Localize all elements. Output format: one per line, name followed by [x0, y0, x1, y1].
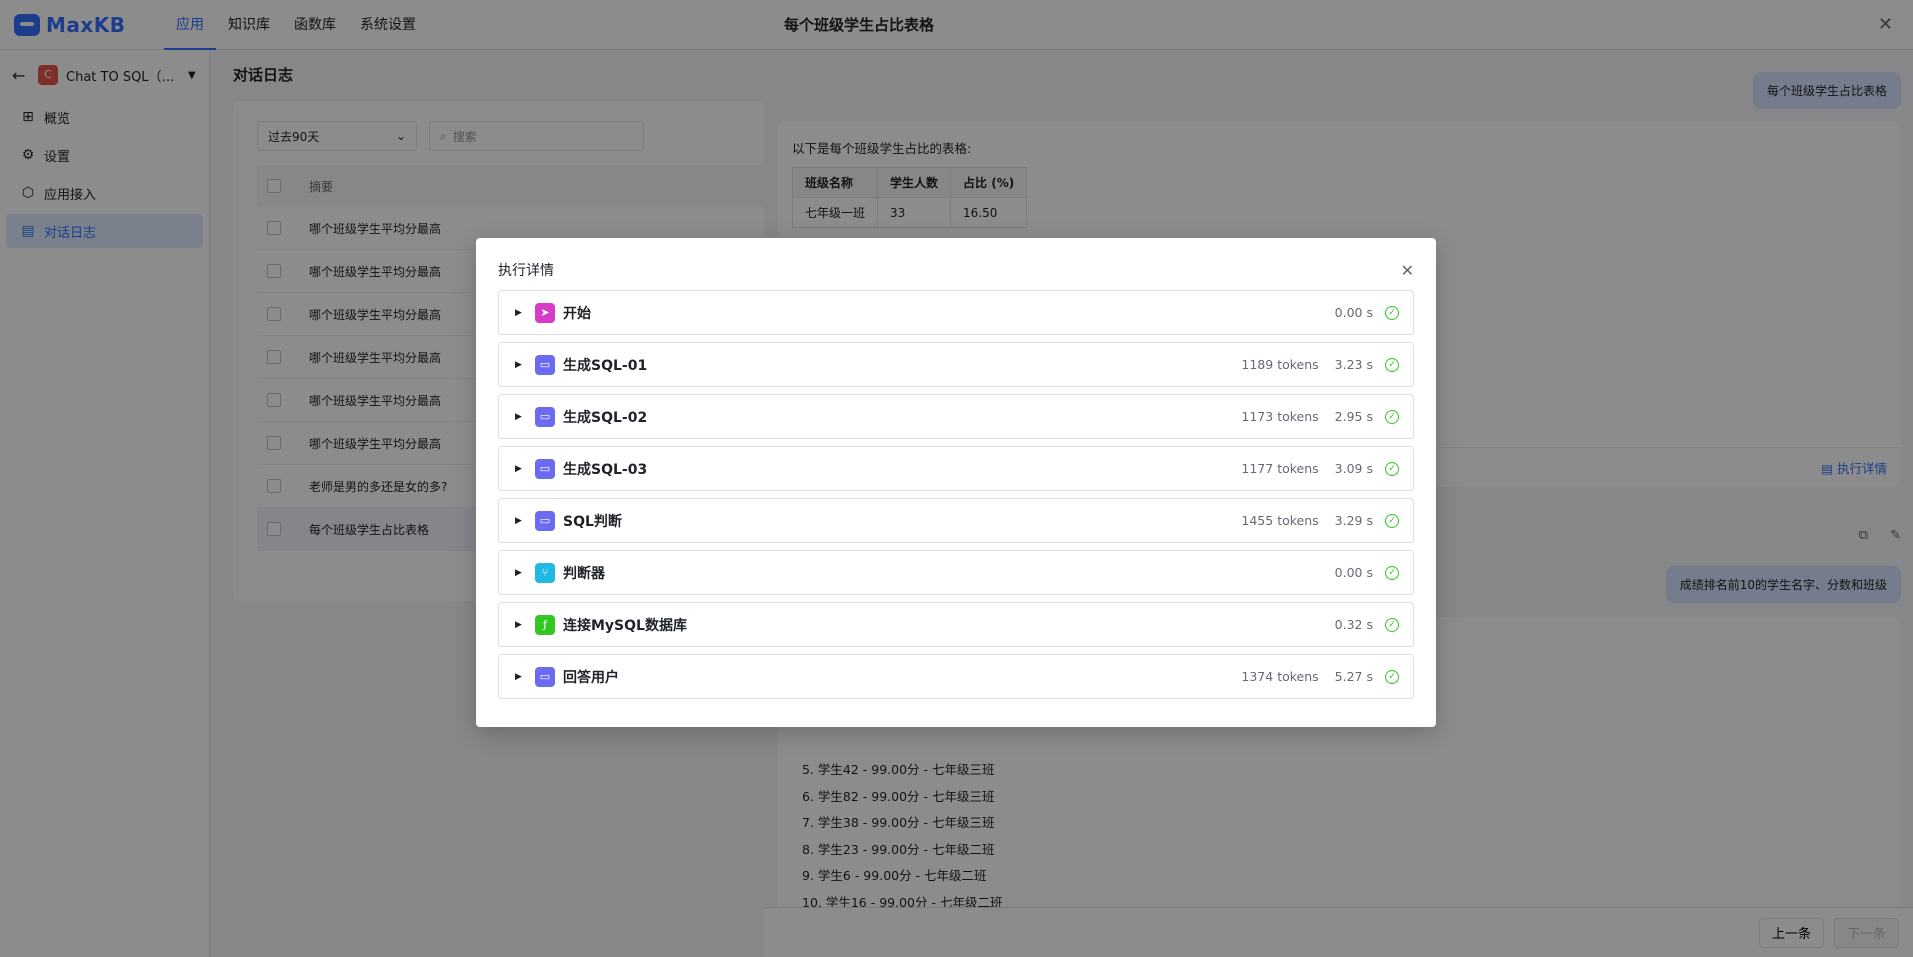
success-check-icon: ✓ [1385, 461, 1399, 476]
close-icon[interactable]: ✕ [1401, 261, 1414, 280]
step-time: 0.32 s [1334, 617, 1373, 632]
execution-step[interactable]: ▶ ⑂ 判断器 0.00 s ✓ [498, 550, 1414, 595]
modal-title: 执行详情 [498, 263, 554, 279]
step-tokens: 1374 tokens [1241, 669, 1319, 684]
branch-icon: ⑂ [535, 562, 555, 583]
execution-step[interactable]: ▶ ƒ 连接MySQL数据库 0.32 s ✓ [498, 602, 1414, 647]
step-tokens: 1189 tokens [1241, 357, 1319, 372]
step-name: 生成SQL-02 [563, 409, 648, 426]
success-check-icon: ✓ [1385, 565, 1399, 580]
success-check-icon: ✓ [1385, 357, 1399, 372]
step-name: 生成SQL-03 [563, 461, 648, 478]
chat-icon: ▭ [535, 510, 555, 531]
execution-step[interactable]: ▶ ▭ 生成SQL-01 1189 tokens 3.23 s ✓ [498, 342, 1414, 387]
success-check-icon: ✓ [1385, 305, 1399, 320]
step-name: 回答用户 [563, 669, 619, 686]
step-time: 3.09 s [1334, 461, 1373, 476]
execution-step[interactable]: ▶ ▭ 生成SQL-02 1173 tokens 2.95 s ✓ [498, 394, 1414, 439]
caret-right-icon[interactable]: ▶ [515, 620, 525, 630]
step-time: 3.29 s [1334, 513, 1373, 528]
caret-right-icon[interactable]: ▶ [515, 568, 525, 578]
success-check-icon: ✓ [1385, 409, 1399, 424]
chat-icon: ▭ [535, 666, 555, 687]
step-name: 连接MySQL数据库 [563, 617, 687, 634]
chat-icon: ▭ [535, 458, 555, 479]
success-check-icon: ✓ [1385, 617, 1399, 632]
step-time: 3.23 s [1334, 357, 1373, 372]
step-time: 0.00 s [1334, 305, 1373, 320]
step-list: ▶ ➤ 开始 0.00 s ✓ ▶ ▭ 生成SQL-01 1189 tokens 3.23 s ✓ ▶… [498, 290, 1414, 699]
step-name: 开始 [563, 305, 591, 322]
caret-right-icon[interactable]: ▶ [515, 360, 525, 370]
success-check-icon: ✓ [1385, 513, 1399, 528]
step-name: SQL判断 [563, 513, 622, 530]
caret-right-icon[interactable]: ▶ [515, 516, 525, 526]
pointer-icon: ➤ [535, 302, 555, 323]
caret-right-icon[interactable]: ▶ [515, 464, 525, 474]
chat-icon: ▭ [535, 354, 555, 375]
chat-icon: ▭ [535, 406, 555, 427]
step-time: 5.27 s [1334, 669, 1373, 684]
caret-right-icon[interactable]: ▶ [515, 308, 525, 318]
step-time: 2.95 s [1334, 409, 1373, 424]
step-tokens: 1173 tokens [1241, 409, 1319, 424]
execution-step[interactable]: ▶ ➤ 开始 0.00 s ✓ [498, 290, 1414, 335]
execution-step[interactable]: ▶ ▭ 回答用户 1374 tokens 5.27 s ✓ [498, 654, 1414, 699]
step-tokens: 1177 tokens [1241, 461, 1319, 476]
step-name: 判断器 [563, 565, 605, 582]
execution-step[interactable]: ▶ ▭ SQL判断 1455 tokens 3.29 s ✓ [498, 498, 1414, 543]
step-time: 0.00 s [1334, 565, 1373, 580]
step-tokens: 1455 tokens [1241, 513, 1319, 528]
execution-detail-modal: 执行详情 ✕ ▶ ➤ 开始 0.00 s ✓ ▶ ▭ 生成SQL-01 1189 tokens 3… [476, 238, 1436, 727]
modal-header: 执行详情 ✕ [498, 256, 1414, 284]
step-name: 生成SQL-01 [563, 357, 648, 374]
function-icon: ƒ [535, 614, 555, 635]
caret-right-icon[interactable]: ▶ [515, 672, 525, 682]
execution-step[interactable]: ▶ ▭ 生成SQL-03 1177 tokens 3.09 s ✓ [498, 446, 1414, 491]
success-check-icon: ✓ [1385, 669, 1399, 684]
caret-right-icon[interactable]: ▶ [515, 412, 525, 422]
